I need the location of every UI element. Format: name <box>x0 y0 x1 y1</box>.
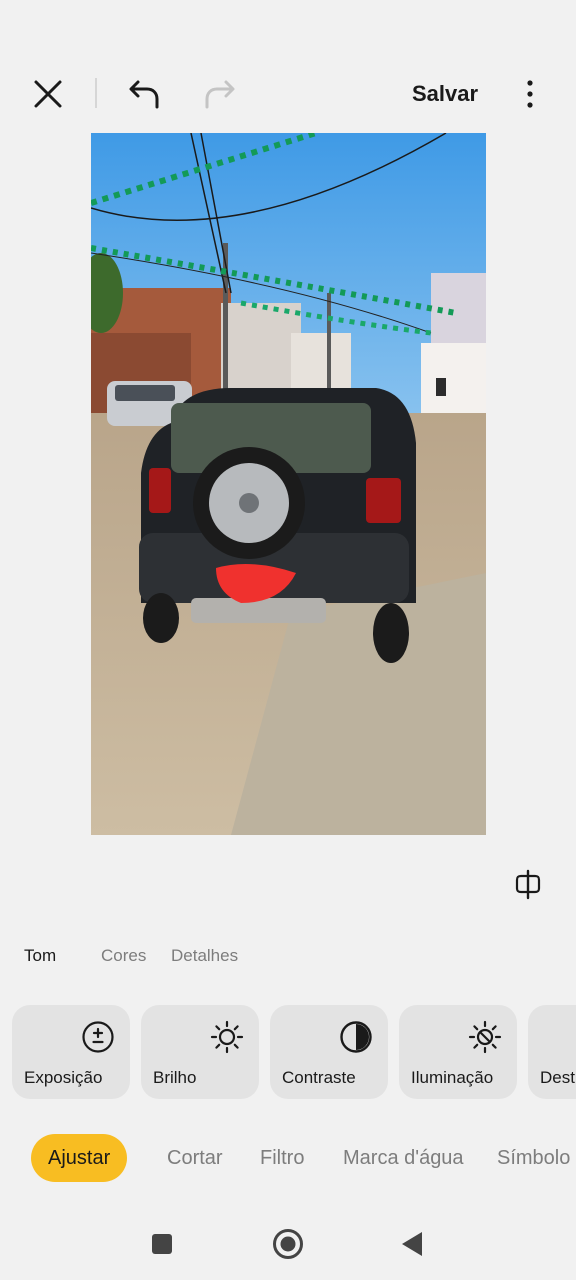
photo-image <box>91 133 486 835</box>
brightness-icon <box>209 1019 245 1055</box>
tool-label: Exposição <box>24 1068 103 1087</box>
recents-square-icon <box>152 1234 172 1254</box>
system-navigation-bar <box>0 1210 576 1280</box>
contrast-icon <box>338 1019 374 1055</box>
exposure-icon <box>80 1019 116 1055</box>
back-triangle-icon <box>402 1232 422 1256</box>
compare-button[interactable] <box>508 864 548 904</box>
recents-button[interactable] <box>142 1224 182 1264</box>
tab-cores[interactable]: Cores <box>101 946 146 966</box>
tool-label: Brilho <box>153 1068 197 1087</box>
redo-button[interactable] <box>198 72 242 116</box>
tab-filtro[interactable]: Filtro <box>260 1134 304 1182</box>
editor-toolbar: Salvar <box>0 60 576 124</box>
home-button[interactable] <box>268 1224 308 1264</box>
more-options-button[interactable] <box>510 72 550 116</box>
toolbar-divider <box>95 78 97 108</box>
tool-card-highlights[interactable]: Iluminação <box>399 1005 517 1099</box>
compare-icon <box>515 869 541 900</box>
undo-button[interactable] <box>122 72 166 116</box>
more-vert-icon <box>527 80 533 108</box>
tab-tom[interactable]: Tom <box>24 946 56 966</box>
adjust-category-tabs: Tom Cores Detalhes <box>0 946 576 976</box>
tab-simbolo[interactable]: Símbolo <box>497 1134 570 1182</box>
highlights-icon <box>467 1019 503 1055</box>
home-circle-icon <box>273 1229 303 1259</box>
editor-main-tabs: Ajustar Cortar Filtro Marca d'água Símbo… <box>0 1134 576 1182</box>
tab-detalhes[interactable]: Detalhes <box>171 946 238 966</box>
close-icon <box>34 80 62 108</box>
tool-card-brightness[interactable]: Brilho <box>141 1005 259 1099</box>
tool-label: Iluminação <box>411 1068 494 1087</box>
back-button[interactable] <box>392 1224 432 1264</box>
tool-card-partial[interactable]: Dest <box>528 1005 576 1099</box>
tool-label: Dest <box>540 1068 575 1087</box>
tool-card-contrast[interactable]: Contraste <box>270 1005 388 1099</box>
close-button[interactable] <box>26 72 70 116</box>
undo-icon <box>129 80 159 109</box>
tab-ajustar[interactable]: Ajustar <box>31 1134 128 1182</box>
tool-card-exposure[interactable]: Exposição <box>12 1005 130 1099</box>
tab-marca-dagua[interactable]: Marca d'água <box>343 1134 464 1182</box>
photo-preview[interactable] <box>91 133 486 835</box>
redo-icon <box>205 80 235 109</box>
save-button[interactable]: Salvar <box>400 74 490 114</box>
tab-cortar[interactable]: Cortar <box>167 1134 223 1182</box>
tool-label: Contraste <box>282 1068 356 1087</box>
adjust-tools-row: Exposição Brilho Contraste Iluminação De… <box>0 1005 576 1101</box>
